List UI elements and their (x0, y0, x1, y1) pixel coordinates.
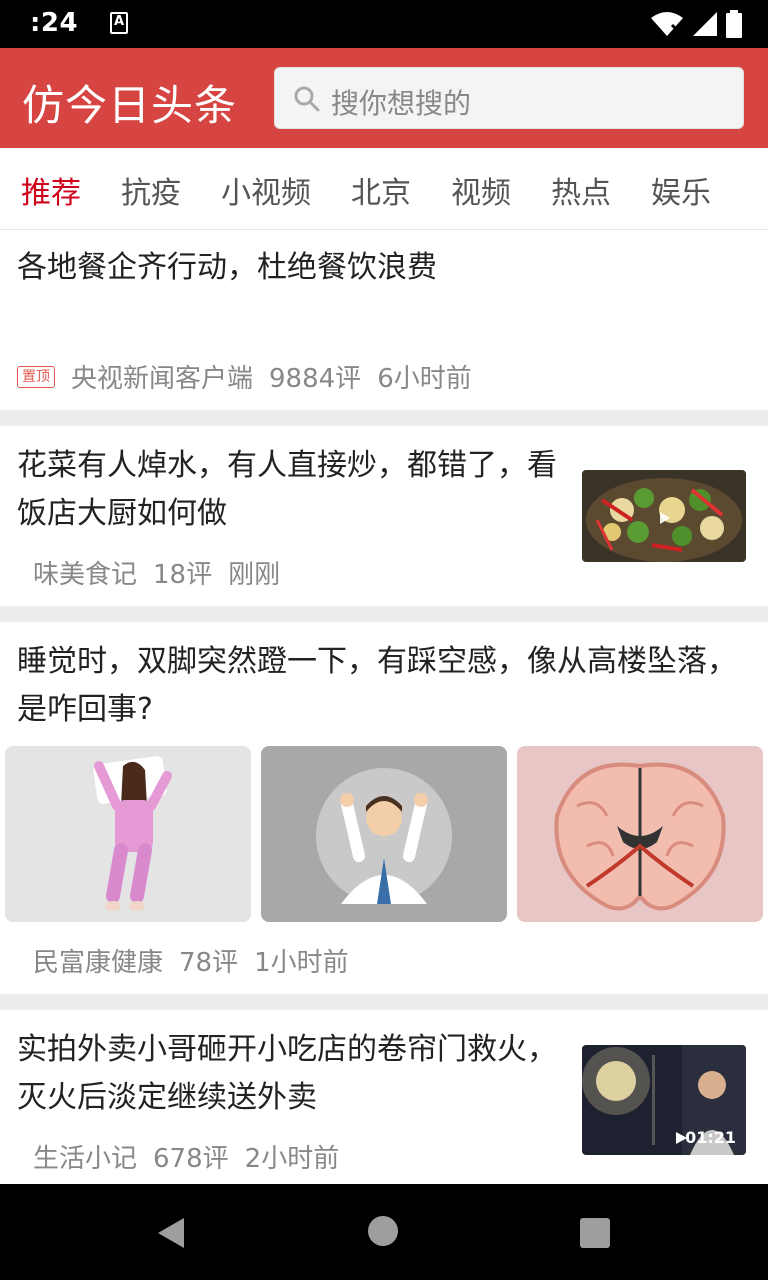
news-time: 6小时前 (377, 364, 472, 394)
home-icon[interactable] (368, 1216, 398, 1246)
divider (0, 994, 768, 1010)
news-comments: 78评 (179, 948, 239, 978)
cauliflower-thumbnail (582, 470, 746, 562)
news-comments: 9884评 (269, 364, 362, 394)
news-time: 刚刚 (228, 560, 281, 590)
news-meta: 生活小记 678评 2小时前 (33, 1138, 339, 1175)
sleeping-girl-image (5, 746, 251, 922)
status-time: :24 (30, 8, 79, 38)
news-title: 实拍外卖小哥砸开小吃店的卷帘门救火，灭火后淡定继续送外卖 (17, 1032, 557, 1115)
search-placeholder: 搜你想搜的 (331, 87, 472, 120)
news-source: 民富康健康 (33, 948, 164, 978)
channel-tabs: 推荐 抗疫 小视频 北京 视频 热点 娱乐 (0, 148, 768, 230)
app-title: 仿今日头条 (22, 81, 238, 130)
tab-short-video[interactable]: 小视频 (221, 168, 311, 212)
tab-anti-epidemic[interactable]: 抗疫 (121, 168, 181, 212)
back-icon[interactable] (156, 1216, 186, 1250)
a-notification-icon: A (110, 12, 128, 34)
news-feed: 各地餐企齐行动，杜绝餐饮浪费 置顶 央视新闻客户端 9884评 6小时前 花菜有… (0, 230, 768, 1184)
app-bar: 仿今日头条 搜你想搜的 (0, 48, 768, 148)
news-comments: 18评 (153, 560, 213, 590)
news-time: 1小时前 (254, 948, 349, 978)
news-source: 生活小记 (33, 1144, 138, 1174)
recent-apps-icon[interactable] (580, 1218, 610, 1248)
tab-recommend[interactable]: 推荐 (21, 168, 81, 212)
video-duration: 01:21 (685, 1128, 736, 1147)
status-icons (650, 10, 742, 38)
news-meta: 味美食记 18评 刚刚 (33, 554, 280, 591)
news-meta: 民富康健康 78评 1小时前 (33, 942, 349, 979)
brain-image (517, 746, 763, 922)
divider (0, 410, 768, 426)
news-meta: 置顶 央视新闻客户端 9884评 6小时前 (17, 358, 472, 395)
search-icon (294, 86, 320, 112)
wifi-icon (651, 12, 683, 36)
tab-entertainment[interactable]: 娱乐 (651, 168, 711, 212)
tab-hot[interactable]: 热点 (551, 168, 611, 212)
doctor-image (261, 746, 507, 922)
search-input[interactable]: 搜你想搜的 (274, 67, 744, 129)
news-title: 睡觉时，双脚突然蹬一下，有踩空感，像从高楼坠落，是咋回事? (17, 644, 737, 727)
system-nav-bar (0, 1184, 768, 1280)
tab-video[interactable]: 视频 (451, 168, 511, 212)
news-source: 味美食记 (33, 560, 138, 590)
news-title: 各地餐企齐行动，杜绝餐饮浪费 (17, 250, 437, 285)
signal-icon (693, 12, 717, 36)
news-source: 央视新闻客户端 (71, 364, 254, 394)
news-comments: 678评 (153, 1144, 229, 1174)
play-icon (676, 1132, 687, 1144)
news-time: 2小时前 (244, 1144, 340, 1174)
pinned-badge: 置顶 (17, 365, 55, 388)
tab-beijing[interactable]: 北京 (351, 168, 411, 212)
divider (0, 606, 768, 622)
status-bar: :24 A (0, 0, 768, 48)
video-thumbnail[interactable]: 01:21 (582, 1045, 746, 1155)
battery-icon (726, 10, 742, 38)
news-title: 花菜有人焯水，有人直接炒，都错了，看饭店大厨如何做 (17, 448, 557, 531)
